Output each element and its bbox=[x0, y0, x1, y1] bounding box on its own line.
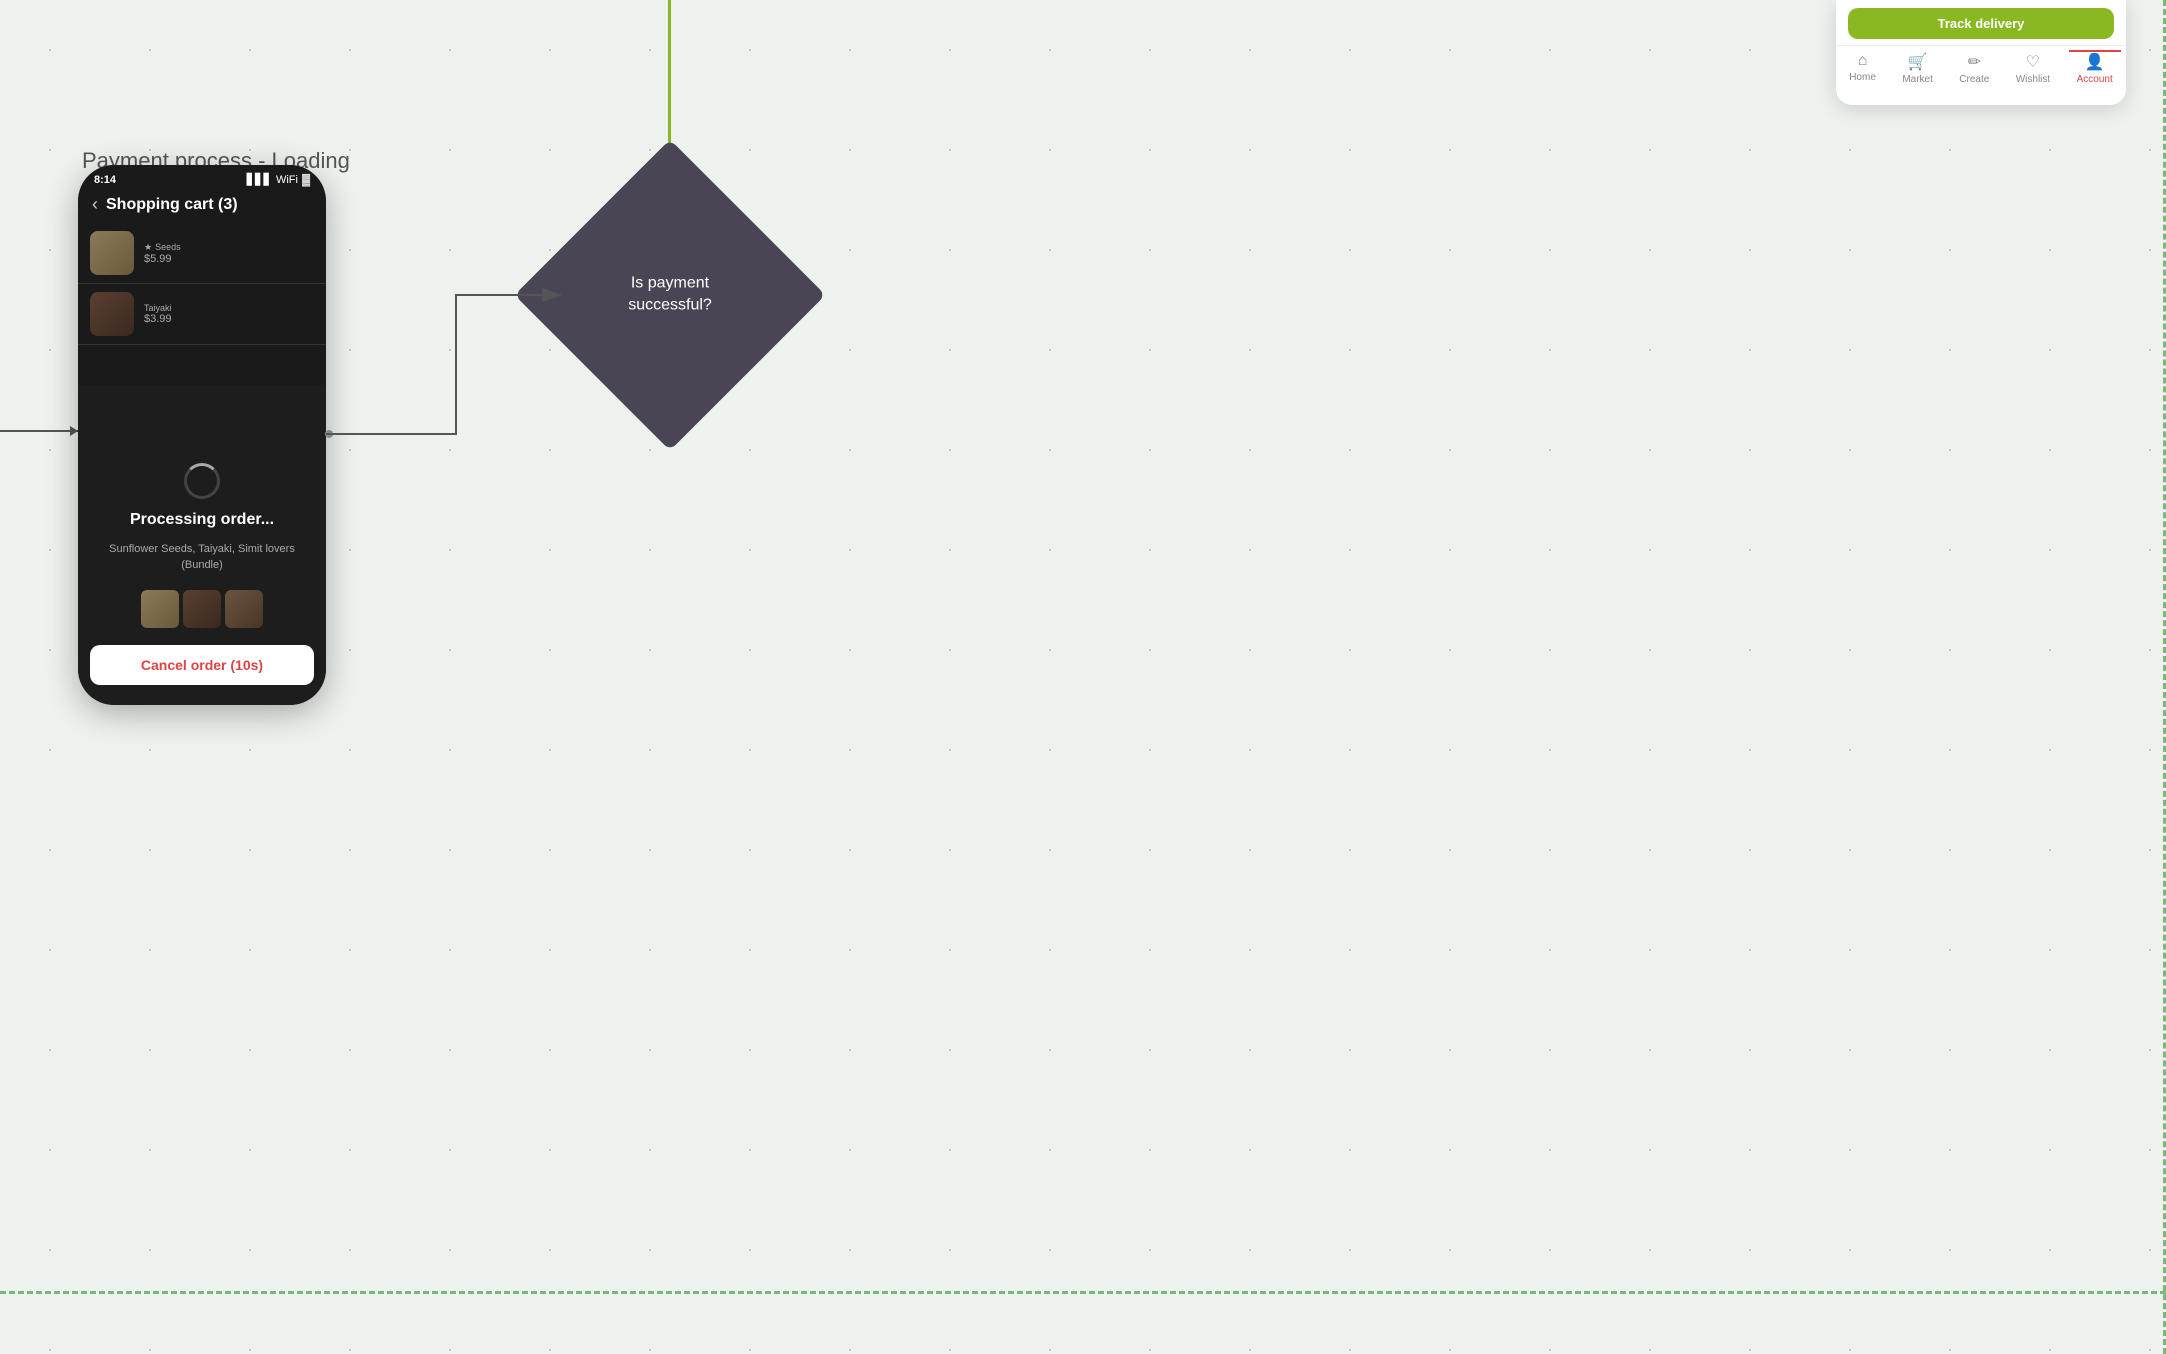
loading-spinner bbox=[184, 463, 220, 499]
flow-container: Payment process - Loading 8:14 ▋▋▋ WiFi … bbox=[0, 0, 2166, 1354]
item-category-seeds: ★ Seeds bbox=[144, 242, 314, 253]
processing-title: Processing order... bbox=[130, 511, 274, 529]
cancel-order-button[interactable]: Cancel order (10s) bbox=[90, 645, 314, 685]
cart-item-taiyaki: Taiyaki $3.99 bbox=[78, 284, 326, 345]
signal-icon: ▋▋▋ bbox=[247, 173, 272, 186]
cart-header: ‹ Shopping cart (3) bbox=[78, 190, 326, 223]
bundle-image-1 bbox=[141, 590, 179, 628]
item-image-taiyaki bbox=[90, 292, 134, 336]
status-bar: 8:14 ▋▋▋ WiFi ▓ bbox=[78, 165, 326, 190]
bundle-image-2 bbox=[183, 590, 221, 628]
item-details-taiyaki: Taiyaki $3.99 bbox=[144, 303, 314, 325]
decision-diamond-container: Is payment successful? bbox=[560, 185, 780, 405]
arrow-left-to-phone bbox=[0, 430, 78, 432]
battery-icon: ▓ bbox=[302, 174, 310, 186]
decision-diamond: Is payment successful? bbox=[514, 139, 825, 450]
cart-title: Shopping cart (3) bbox=[106, 196, 238, 214]
star-icon: ★ bbox=[144, 242, 152, 253]
item-image-seeds bbox=[90, 231, 134, 275]
connector-dot-phone bbox=[325, 430, 333, 438]
item-category-taiyaki: Taiyaki bbox=[144, 303, 314, 313]
back-arrow-icon[interactable]: ‹ bbox=[92, 194, 98, 215]
item-price-taiyaki: $3.99 bbox=[144, 313, 314, 325]
decision-diamond-text: Is payment successful? bbox=[628, 273, 712, 318]
bundle-image-3 bbox=[225, 590, 263, 628]
item-price-seeds: $5.99 bbox=[144, 253, 314, 265]
phone-screen: 8:14 ▋▋▋ WiFi ▓ ‹ Shopping cart (3) ★ S bbox=[78, 165, 326, 705]
bundle-images bbox=[141, 590, 263, 628]
status-icons: ▋▋▋ WiFi ▓ bbox=[247, 173, 310, 186]
status-time: 8:14 bbox=[94, 174, 116, 186]
wifi-icon: WiFi bbox=[276, 174, 298, 186]
processing-items-text: Sunflower Seeds, Taiyaki, Simit lovers (… bbox=[78, 541, 326, 574]
phone-mockup: 8:14 ▋▋▋ WiFi ▓ ‹ Shopping cart (3) ★ S bbox=[78, 165, 326, 705]
cancel-button-wrapper: Cancel order (10s) bbox=[90, 645, 314, 685]
item-details-seeds: ★ Seeds $5.99 bbox=[144, 242, 314, 265]
cart-item-seeds: ★ Seeds $5.99 bbox=[78, 223, 326, 284]
